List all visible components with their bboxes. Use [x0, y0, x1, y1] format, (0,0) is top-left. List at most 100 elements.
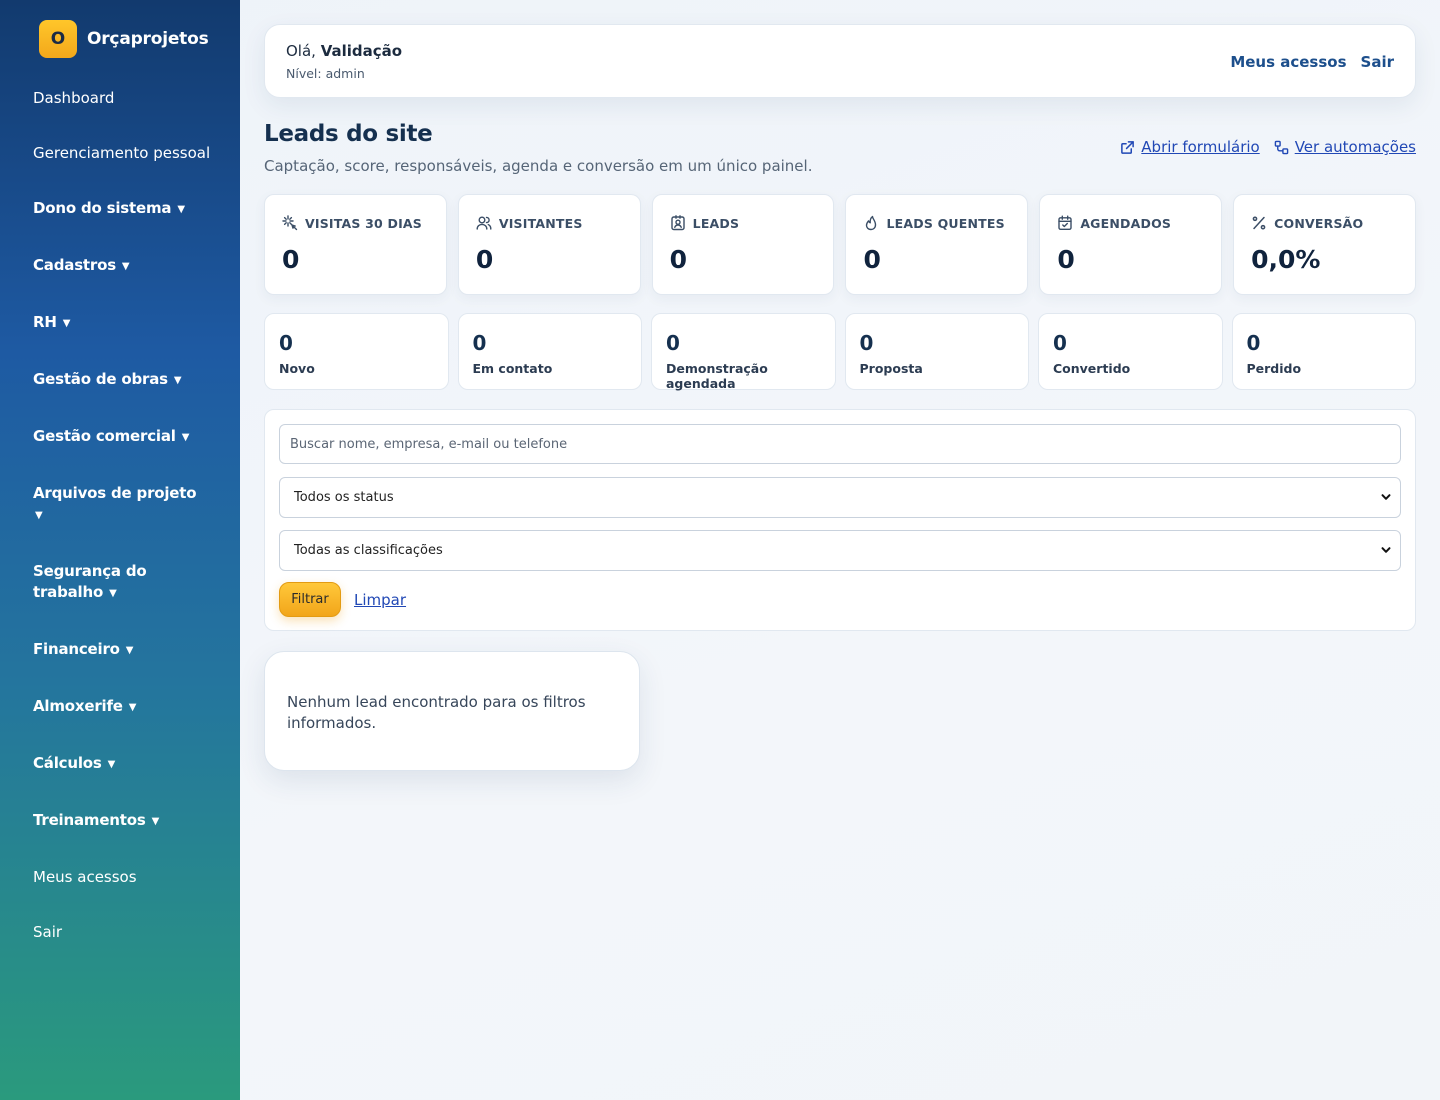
sidebar-item-hr[interactable]: RH ▼ [33, 312, 223, 334]
stat-card-visitors: VISITANTES 0 [457, 194, 641, 295]
status-card-demo-scheduled[interactable]: 0 Demonstração agendada [651, 313, 836, 391]
caret-down-icon: ▼ [173, 375, 182, 386]
classification-select[interactable]: Todas as classificações [279, 530, 1401, 571]
stat-label: LEADS QUENTES [886, 215, 1005, 231]
status-label: Demonstração agendada [666, 361, 768, 391]
caret-down-icon: ▼ [35, 510, 43, 521]
open-form-label: Abrir formulário [1141, 138, 1260, 156]
top-links: Meus acessos Sair [1230, 53, 1394, 71]
sidebar-item-label: Segurança do trabalho [33, 562, 147, 601]
stat-value: 0 [863, 245, 881, 274]
brand-name: Orçaprojetos [87, 29, 209, 49]
sidebar-item-warehouse[interactable]: Almoxerife ▼ [33, 696, 223, 718]
sidebar-item-my-access[interactable]: Meus acessos [33, 867, 223, 888]
sidebar-item-label: Financeiro [33, 640, 120, 658]
sidebar-item-label: Sair [33, 923, 63, 941]
status-row: 0 Novo 0 Em contato 0 Demonstração agend… [264, 313, 1416, 391]
stat-label: AGENDADOS [1080, 215, 1172, 231]
filter-button[interactable]: Filtrar [279, 582, 341, 617]
sidebar-item-work-safety[interactable]: Segurança do trabalho ▼ [33, 561, 183, 604]
caret-down-icon: ▼ [109, 588, 117, 599]
status-card-lost[interactable]: 0 Perdido [1231, 313, 1416, 390]
sidebar-item-logout[interactable]: Sair [33, 922, 223, 943]
stat-value: 0,0% [1251, 245, 1321, 274]
filter-panel: Todos os status Todas as classificações … [264, 409, 1416, 631]
status-card-proposal[interactable]: 0 Proposta [844, 313, 1029, 390]
sidebar-item-registrations[interactable]: Cadastros ▼ [33, 255, 223, 277]
status-label: Em contato [472, 361, 553, 376]
page-title: Leads do site [264, 121, 433, 147]
percent-icon [1252, 216, 1266, 230]
status-count: 0 [1053, 331, 1067, 355]
chevron-down-icon [1381, 547, 1391, 553]
caret-down-icon: ▼ [128, 702, 137, 713]
sidebar-item-label: Treinamentos [33, 811, 146, 829]
status-count: 0 [472, 331, 487, 355]
caret-down-icon: ▼ [151, 816, 160, 827]
empty-state-card: Nenhum lead encontrado para os filtros i… [264, 651, 640, 771]
status-card-converted[interactable]: 0 Convertido [1038, 313, 1223, 390]
search-input[interactable] [279, 424, 1401, 464]
stat-value: 0 [1057, 245, 1075, 274]
status-card-new[interactable]: 0 Novo [264, 313, 449, 390]
sidebar-item-label: Arquivos de projeto [33, 484, 197, 502]
status-count: 0 [1246, 331, 1261, 355]
sidebar-item-trainings[interactable]: Treinamentos ▼ [33, 810, 223, 832]
sidebar-item-label: Gestão comercial [33, 427, 176, 445]
caret-down-icon: ▼ [177, 204, 185, 215]
sidebar-item-label: Gestão de obras [33, 370, 168, 388]
stat-card-conversion: CONVERSÃO 0,0% [1233, 194, 1416, 295]
caret-down-icon: ▼ [181, 432, 190, 443]
sparkle-icon [282, 215, 298, 231]
brand[interactable]: O Orçaprojetos [39, 20, 209, 58]
user-level: Nível: admin [286, 66, 365, 81]
status-select[interactable]: Todos os status [279, 477, 1401, 518]
sidebar-item-label: Gerenciamento pessoal [33, 144, 211, 162]
stat-card-leads: LEADS 0 [651, 194, 835, 295]
sidebar-item-commercial-management[interactable]: Gestão comercial ▼ [33, 426, 223, 448]
stat-label: LEADS [692, 215, 740, 231]
sidebar-item-label: RH [33, 313, 57, 331]
clear-filters-link[interactable]: Limpar [354, 591, 406, 609]
sidebar-item-project-files[interactable]: Arquivos de projeto ▼ [33, 483, 203, 526]
sidebar-item-financial[interactable]: Financeiro ▼ [33, 639, 223, 661]
sidebar-item-label: Meus acessos [33, 868, 137, 886]
status-label: Novo [279, 361, 315, 376]
sidebar-item-dashboard[interactable]: Dashboard [33, 88, 223, 109]
status-label: Perdido [1246, 361, 1302, 376]
flame-icon [866, 215, 877, 231]
stat-card-visits: VISITAS 30 DIAS 0 [264, 194, 447, 295]
see-automations-link[interactable]: Ver automações [1274, 138, 1416, 156]
caret-down-icon: ▼ [107, 759, 116, 770]
workflow-icon [1274, 140, 1288, 154]
open-form-link[interactable]: Abrir formulário [1120, 138, 1260, 156]
user-header: Olá, Validação Nível: admin Meus acessos… [264, 24, 1416, 98]
classification-select-value: Todas as classificações [294, 543, 443, 558]
sidebar-item-system-owner[interactable]: Dono do sistema ▼ [33, 198, 223, 220]
stats-row: VISITAS 30 DIAS 0 VISITANTES 0 LEADS 0 L… [264, 194, 1416, 295]
status-label: Convertido [1053, 361, 1131, 376]
see-automations-label: Ver automações [1294, 138, 1416, 156]
logout-link[interactable]: Sair [1361, 53, 1394, 71]
status-count: 0 [279, 331, 293, 355]
stat-value: 0 [475, 245, 494, 274]
stat-value: 0 [669, 245, 688, 274]
chevron-down-icon [1381, 494, 1391, 500]
sidebar-item-construction-management[interactable]: Gestão de obras ▼ [33, 369, 223, 391]
greeting: Olá, Validação [286, 42, 402, 60]
calendar-check-icon [1058, 215, 1073, 230]
greeting-text: Olá, [286, 42, 316, 60]
sidebar-item-calculations[interactable]: Cálculos ▼ [33, 753, 223, 775]
status-count: 0 [859, 331, 874, 355]
stat-card-hot-leads: LEADS QUENTES 0 [845, 194, 1029, 295]
status-card-in-contact[interactable]: 0 Em contato [457, 313, 642, 390]
page-subtitle: Captação, score, responsáveis, agenda e … [264, 157, 813, 175]
brand-logo: O [39, 20, 77, 58]
sidebar-item-personal-management[interactable]: Gerenciamento pessoal [33, 143, 223, 164]
external-link-icon [1121, 140, 1135, 154]
header-actions: Abrir formulário Ver automações [1120, 138, 1416, 156]
user-name: Validação [320, 42, 403, 60]
my-access-link[interactable]: Meus acessos [1230, 53, 1346, 71]
sidebar: O Orçaprojetos Dashboard Gerenciamento p… [0, 0, 240, 1100]
sidebar-item-label: Almoxerife [33, 697, 123, 715]
